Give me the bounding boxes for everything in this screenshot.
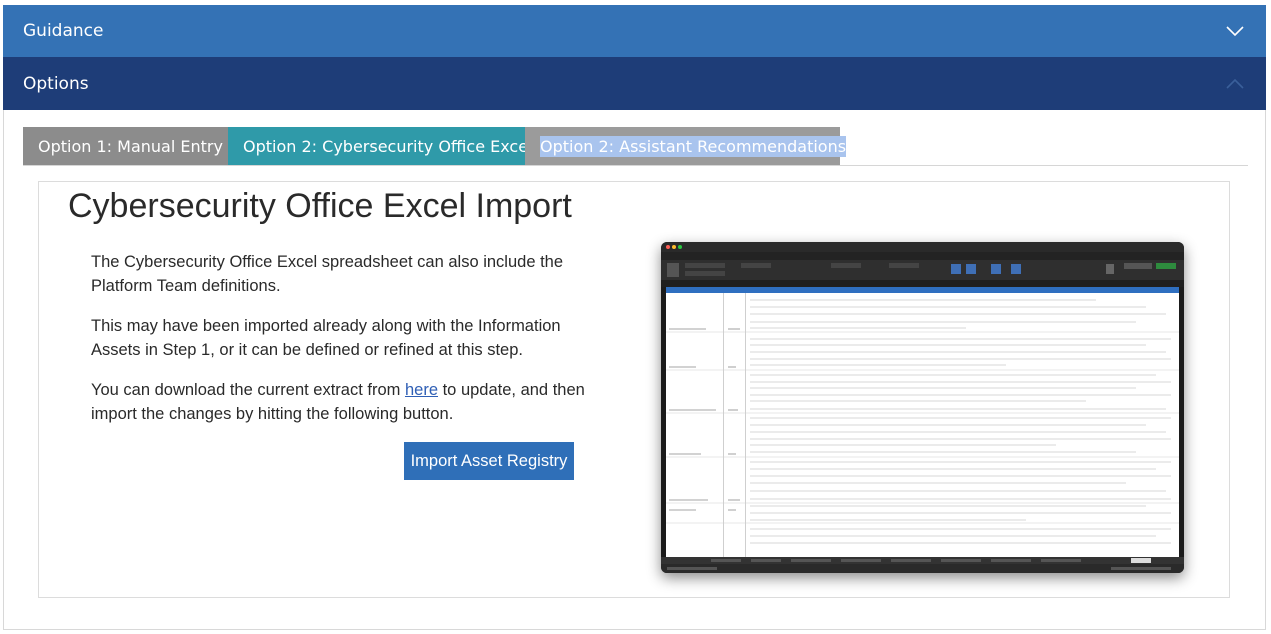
import-asset-registry-button[interactable]: Import Asset Registry bbox=[404, 442, 574, 480]
guidance-label: Guidance bbox=[23, 21, 104, 41]
guidance-accordion-header[interactable]: Guidance bbox=[3, 5, 1266, 57]
download-link[interactable]: here bbox=[405, 381, 438, 399]
chevron-down-icon bbox=[1224, 20, 1246, 42]
chevron-up-icon bbox=[1224, 73, 1246, 95]
paragraph-platform-team: The Cybersecurity Office Excel spreadshe… bbox=[91, 253, 564, 295]
excel-import-content: Cybersecurity Office Excel Import The Cy… bbox=[38, 181, 1230, 598]
thumb-sheet bbox=[666, 287, 1179, 557]
minimize-dot-icon bbox=[672, 245, 676, 249]
paragraph-imported-already: This may have been imported already alon… bbox=[91, 317, 561, 359]
page-title: Cybersecurity Office Excel Import bbox=[68, 187, 572, 225]
thumb-ribbon bbox=[661, 260, 1184, 280]
tab-label: Option 2: Assistant Recommendations bbox=[540, 135, 847, 157]
option-tabs: Option 1: Manual Entry Option 2: Cyberse… bbox=[23, 127, 1248, 166]
paragraph-download-before: You can download the current extract fro… bbox=[91, 381, 405, 399]
maximize-dot-icon bbox=[678, 245, 682, 249]
tab-label: Option 2: Cybersecurity Office Excel bbox=[243, 136, 533, 156]
paragraph-download: You can download the current extract fro… bbox=[91, 378, 591, 426]
tab-assistant-recommendations[interactable]: Option 2: Assistant Recommendations bbox=[525, 127, 847, 165]
tab-manual-entry[interactable]: Option 1: Manual Entry bbox=[23, 127, 228, 165]
tab-label: Option 1: Manual Entry bbox=[38, 136, 223, 156]
close-dot-icon bbox=[666, 245, 670, 249]
spreadsheet-screenshot bbox=[661, 242, 1184, 573]
thumb-titlebar bbox=[661, 242, 1184, 252]
instructions: The Cybersecurity Office Excel spreadshe… bbox=[91, 250, 591, 442]
options-label: Options bbox=[23, 73, 89, 94]
options-accordion-header[interactable]: Options bbox=[3, 57, 1266, 110]
thumb-formula-bar bbox=[661, 280, 1184, 287]
thumb-status-bar bbox=[661, 557, 1184, 573]
thumb-ribbon-tabs bbox=[661, 252, 1184, 260]
tab-cybersecurity-office-excel[interactable]: Option 2: Cybersecurity Office Excel bbox=[228, 127, 533, 165]
